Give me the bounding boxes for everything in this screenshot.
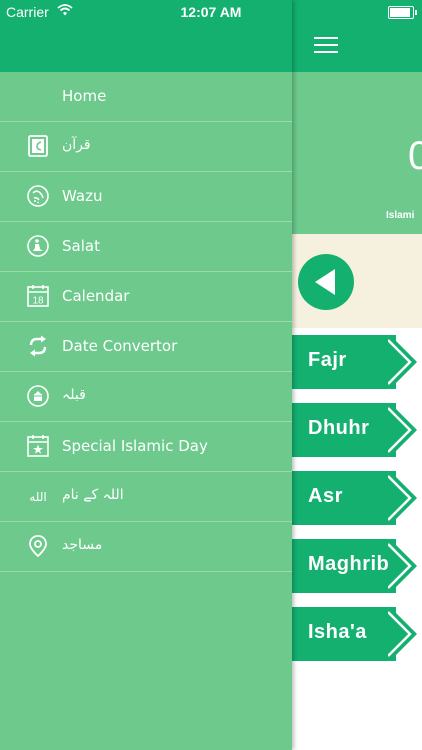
salat-icon — [27, 235, 49, 257]
star-calendar-icon — [27, 435, 49, 457]
location-pin-icon — [29, 535, 47, 558]
arrow-chevron-icon — [388, 403, 417, 457]
hero-panel: 0 Islami — [292, 72, 422, 234]
prayer-tab[interactable]: Asr — [292, 471, 417, 525]
prayer-row[interactable]: Fajr — [292, 328, 422, 396]
previous-day-button[interactable] — [298, 254, 354, 310]
prayer-row[interactable]: Isha'a — [292, 600, 422, 668]
menu-item-label: Special Islamic Day — [62, 437, 208, 455]
menu-item-calendar[interactable]: 18 Calendar — [0, 272, 292, 322]
allah-names-icon-text: الله — [29, 490, 46, 504]
prayer-name: Fajr — [308, 349, 347, 371]
prayer-row[interactable]: Maghrib — [292, 532, 422, 600]
quran-book-icon — [28, 135, 48, 157]
menu-item-label: Salat — [62, 237, 100, 255]
prayer-name: Dhuhr — [308, 417, 370, 439]
prayer-name: Asr — [308, 485, 343, 507]
battery-icon — [388, 6, 417, 19]
menu-item-label: Home — [62, 87, 107, 105]
arrow-chevron-icon — [388, 471, 417, 525]
menu-item-date-convertor[interactable]: Date Convertor — [0, 322, 292, 372]
main-content: 0 Islami Fajr Dhuhr Asr Maghrib Isha'a — [292, 0, 422, 750]
arrow-chevron-icon — [388, 335, 417, 389]
menu-item-label: Calendar — [62, 287, 130, 305]
calendar-icon: 18 — [27, 285, 49, 307]
menu-item-label: Wazu — [62, 187, 103, 205]
menu-item-wazu[interactable]: Wazu — [0, 172, 292, 222]
side-menu-list: Home قرآن Wazu Salat 18 Calendar Date Co… — [0, 72, 292, 572]
left-arrow-icon — [315, 269, 335, 295]
menu-item-label: قبلہ — [62, 387, 86, 403]
hero-small-text: Islami — [386, 210, 415, 221]
prayer-tab[interactable]: Fajr — [292, 335, 417, 389]
menu-item-label: قرآن — [62, 137, 91, 153]
menu-item-label: Date Convertor — [62, 337, 178, 355]
menu-item-label: مساجد — [62, 537, 103, 553]
menu-item-quran[interactable]: قرآن — [0, 122, 292, 172]
menu-item-home[interactable]: Home — [0, 72, 292, 122]
prayer-name: Maghrib — [308, 553, 390, 575]
menu-item-label: اللہ کے نام — [62, 487, 124, 503]
allah-names-icon: الله — [29, 490, 46, 504]
qibla-icon — [27, 385, 49, 407]
hero-large-text: 0 — [408, 134, 422, 178]
prayer-name: Isha'a — [308, 621, 367, 643]
side-menu-drawer: Home قرآن Wazu Salat 18 Calendar Date Co… — [0, 0, 292, 750]
arrow-chevron-icon — [388, 539, 417, 593]
prayer-row[interactable]: Asr — [292, 464, 422, 532]
menu-item-allah-names[interactable]: الله اللہ کے نام — [0, 472, 292, 522]
menu-item-qibla[interactable]: قبلہ — [0, 372, 292, 422]
prayer-tab[interactable]: Isha'a — [292, 607, 417, 661]
battery-level-fill — [390, 8, 410, 17]
calendar-icon-text: 18 — [32, 296, 44, 307]
date-nav-strip — [292, 234, 422, 328]
arrow-chevron-icon — [388, 607, 417, 661]
menu-item-special-islamic-day[interactable]: Special Islamic Day — [0, 422, 292, 472]
status-time: 12:07 AM — [180, 4, 242, 20]
prayer-tab[interactable]: Maghrib — [292, 539, 417, 593]
hamburger-menu-icon[interactable] — [314, 37, 338, 53]
wazu-icon — [27, 185, 49, 207]
prayer-row[interactable]: Dhuhr — [292, 396, 422, 464]
convert-icon — [29, 335, 47, 357]
prayer-list: Fajr Dhuhr Asr Maghrib Isha'a — [292, 328, 422, 668]
prayer-tab[interactable]: Dhuhr — [292, 403, 417, 457]
status-bar: Carrier 12:07 AM — [0, 0, 422, 24]
menu-item-masajid[interactable]: مساجد — [0, 522, 292, 572]
menu-item-salat[interactable]: Salat — [0, 222, 292, 272]
